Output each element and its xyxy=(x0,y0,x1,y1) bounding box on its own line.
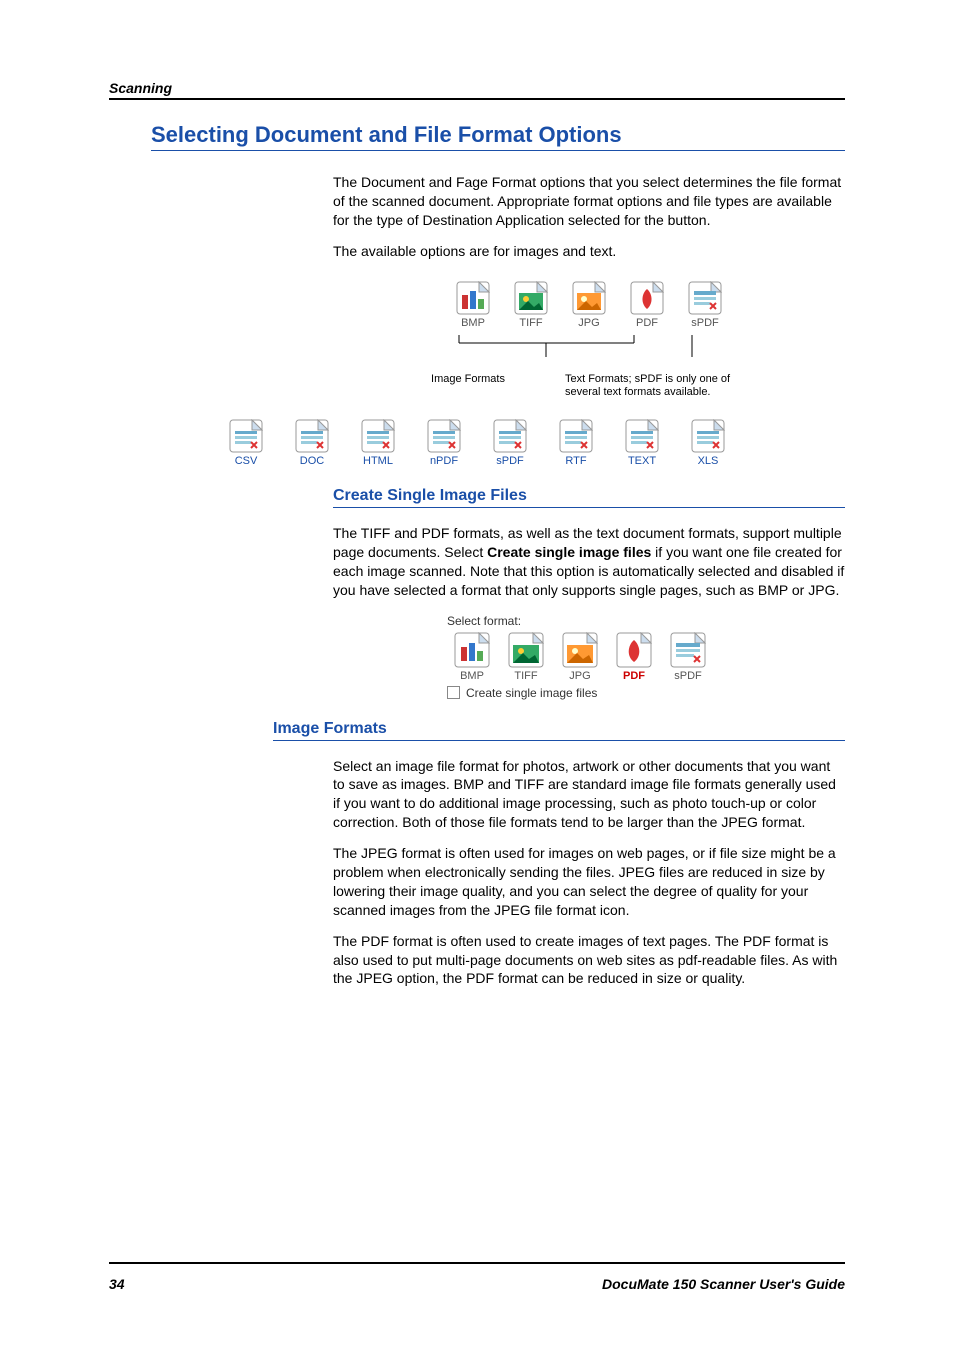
panel-jpg[interactable]: JPG xyxy=(555,632,605,682)
bmp-icon xyxy=(456,281,490,315)
format-xls: XLS xyxy=(686,419,730,467)
create-single-files-label: Create single image files xyxy=(466,686,597,700)
intro-paragraph-1: The Document and Fage Format options tha… xyxy=(333,173,845,230)
rtf-icon xyxy=(559,419,593,453)
sub2-p1: Select an image file format for photos, … xyxy=(333,757,845,833)
panel-spdf[interactable]: sPDF xyxy=(663,632,713,682)
panel-tiff[interactable]: TIFF xyxy=(501,632,551,682)
sub2-p3: The PDF format is often used to create i… xyxy=(333,932,845,989)
format-csv: CSV xyxy=(224,419,268,467)
text-icon xyxy=(625,419,659,453)
doc-icon xyxy=(295,419,329,453)
format-text: TEXT xyxy=(620,419,664,467)
sub1-body: The TIFF and PDF formats, as well as the… xyxy=(333,524,845,600)
intro-paragraph-2: The available options are for images and… xyxy=(333,242,845,261)
panel-pdf[interactable]: PDF xyxy=(609,632,659,682)
all-format-row: CSV DOC HTML nPDF sPDF RTF TEXT XLS xyxy=(109,419,845,467)
spdf2-icon xyxy=(493,419,527,453)
header-section: Scanning xyxy=(109,80,845,96)
page-number: 34 xyxy=(109,1276,125,1292)
format-rtf: RTF xyxy=(554,419,598,467)
panel-title: Select format: xyxy=(447,614,731,628)
header-rule xyxy=(109,98,845,100)
footer-rule xyxy=(109,1262,845,1264)
sub2-p2: The JPEG format is often used for images… xyxy=(333,844,845,920)
bmp-icon xyxy=(454,632,490,668)
format-html: HTML xyxy=(356,419,400,467)
pdf-icon xyxy=(630,281,664,315)
tree-label-left: Image Formats xyxy=(413,373,505,399)
format-tiff: TIFF xyxy=(509,281,553,329)
xls-icon xyxy=(691,419,725,453)
page-title: Selecting Document and File Format Optio… xyxy=(151,122,845,148)
npdf-icon xyxy=(427,419,461,453)
jpg-icon xyxy=(572,281,606,315)
jpg-icon xyxy=(562,632,598,668)
sub1-heading: Create Single Image Files xyxy=(333,487,845,505)
format-tree-diagram: Image Formats Text Formats; sPDF is only… xyxy=(333,335,845,399)
book-title: DocuMate 150 Scanner User's Guide xyxy=(602,1276,845,1292)
create-single-files-checkbox-row: Create single image files xyxy=(447,686,731,700)
top-format-row: BMP TIFF JPG PDF sPDF xyxy=(333,281,845,329)
panel-bmp[interactable]: BMP xyxy=(447,632,497,682)
format-jpg: JPG xyxy=(567,281,611,329)
format-spdf: sPDF xyxy=(683,281,727,329)
tiff-icon xyxy=(508,632,544,668)
format-doc: DOC xyxy=(290,419,334,467)
sub1-rule xyxy=(333,507,845,508)
tree-label-right: Text Formats; sPDF is only one of severa… xyxy=(565,373,765,399)
create-single-files-checkbox[interactable] xyxy=(447,686,460,699)
tiff-icon xyxy=(514,281,548,315)
format-spdf2: sPDF xyxy=(488,419,532,467)
title-rule xyxy=(151,150,845,151)
format-pdf: PDF xyxy=(625,281,669,329)
spdf-icon xyxy=(688,281,722,315)
pdf-icon xyxy=(616,632,652,668)
format-bmp: BMP xyxy=(451,281,495,329)
html-icon xyxy=(361,419,395,453)
sub2-rule xyxy=(273,740,845,741)
csv-icon xyxy=(229,419,263,453)
format-npdf: nPDF xyxy=(422,419,466,467)
sub2-heading: Image Formats xyxy=(273,720,845,738)
select-format-panel: Select format: BMP TIFF JPG PDF sPDF Cre… xyxy=(447,614,731,700)
spdf-icon xyxy=(670,632,706,668)
